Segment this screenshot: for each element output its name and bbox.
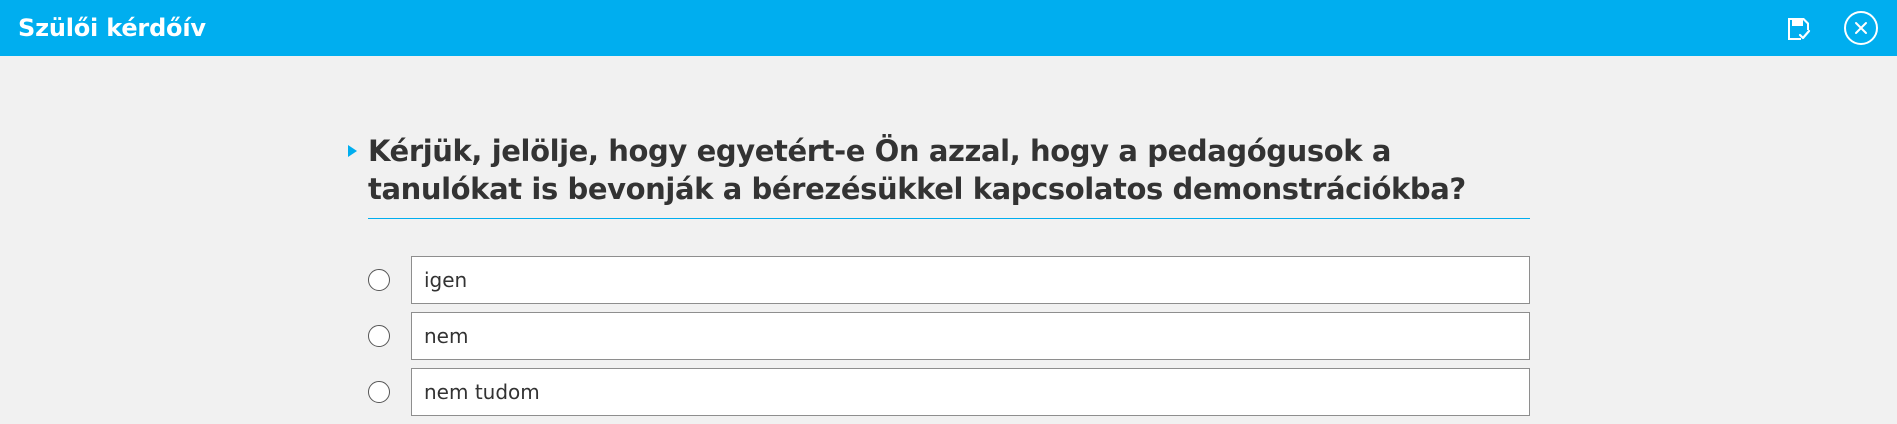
- topbar-actions: [1781, 10, 1879, 46]
- option-label-box[interactable]: nem tudom: [411, 368, 1530, 416]
- option-label-box[interactable]: igen: [411, 256, 1530, 304]
- close-circle-icon: [1844, 11, 1878, 45]
- question-text: Kérjük, jelölje, hogy egyetért-e Ön azza…: [368, 134, 1466, 206]
- option-radio[interactable]: [368, 381, 390, 403]
- question-marker-icon: [348, 145, 357, 157]
- option-nem-tudom[interactable]: nem tudom: [368, 368, 1530, 416]
- save-button[interactable]: [1781, 10, 1817, 46]
- option-label: igen: [424, 268, 468, 292]
- option-radio[interactable]: [368, 325, 390, 347]
- option-label: nem: [424, 324, 469, 348]
- option-nem[interactable]: nem: [368, 312, 1530, 360]
- option-igen[interactable]: igen: [368, 256, 1530, 304]
- save-check-icon: [1788, 18, 1811, 40]
- top-bar: Szülői kérdőív: [0, 0, 1897, 56]
- option-radio[interactable]: [368, 269, 390, 291]
- answer-options: igen nem nem tudom: [368, 256, 1530, 424]
- question-divider: [368, 218, 1530, 219]
- question-block: Kérjük, jelölje, hogy egyetért-e Ön azza…: [348, 132, 1530, 219]
- option-label: nem tudom: [424, 380, 540, 404]
- app-title: Szülői kérdőív: [18, 14, 206, 42]
- close-button[interactable]: [1843, 10, 1879, 46]
- option-label-box[interactable]: nem: [411, 312, 1530, 360]
